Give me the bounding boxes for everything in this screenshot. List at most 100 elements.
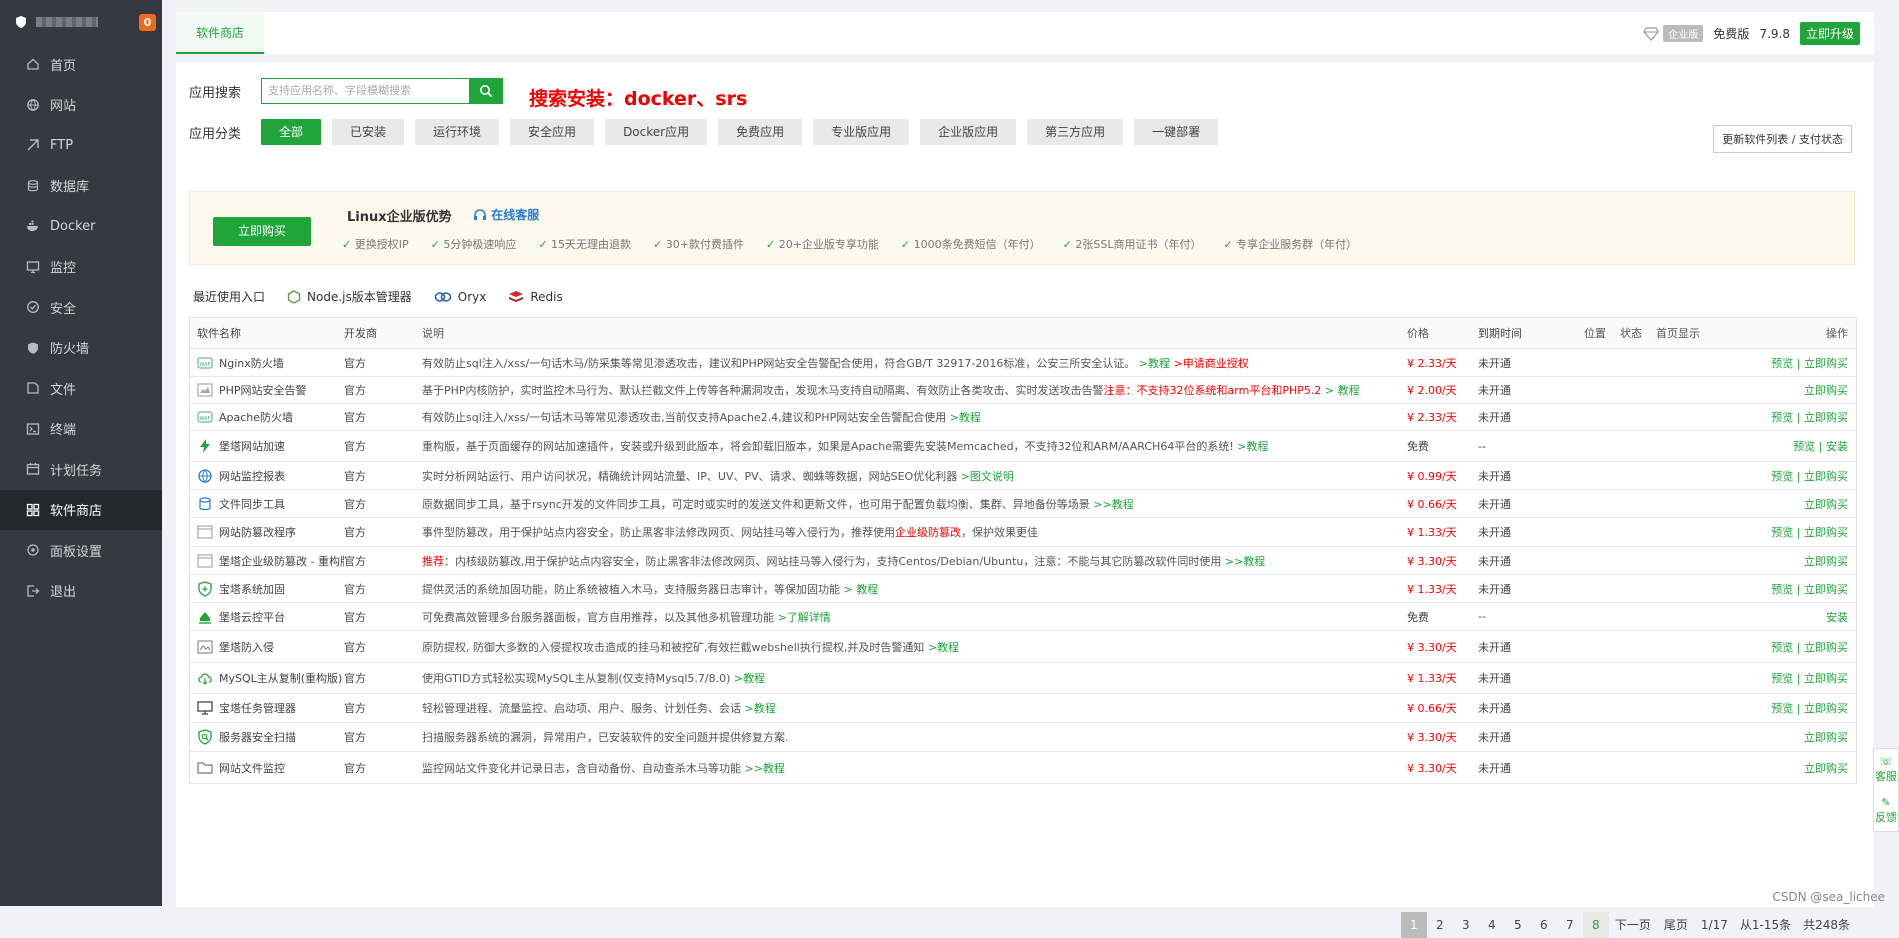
row-actions[interactable]: 预览 | 安装 [1716, 438, 1856, 454]
developer: 官方 [344, 526, 366, 539]
tutorial-link[interactable]: > 教程 [844, 583, 879, 596]
buy-now-button[interactable]: 立即购买 [213, 217, 311, 246]
row-actions[interactable]: 立即购买 [1716, 496, 1856, 512]
recent-entries: 最近使用入口 Node.js版本管理器 Oryx Redis [193, 288, 563, 305]
col-price: 价格 [1407, 327, 1429, 340]
expiry: 未开通 [1478, 469, 1511, 483]
tab-software-store[interactable]: 软件商店 [176, 12, 265, 54]
sidebar-item-7[interactable]: 防火墙 [0, 328, 162, 369]
row-actions[interactable]: 安装 [1716, 609, 1856, 625]
sidebar-item-1[interactable]: 网站 [0, 85, 162, 126]
category-button-8[interactable]: 第三方应用 [1027, 119, 1124, 145]
sidebar-item-label: 网站 [50, 99, 77, 115]
tutorial-link[interactable]: > 教程 [1325, 384, 1360, 397]
category-button-1[interactable]: 已安装 [332, 119, 405, 145]
software-name: Apache防火墙 [219, 411, 294, 424]
category-button-6[interactable]: 专业版应用 [813, 119, 910, 145]
category-button-4[interactable]: Docker应用 [605, 119, 708, 145]
calendar-icon [26, 462, 40, 476]
sidebar-item-12[interactable]: 面板设置 [0, 530, 162, 571]
tutorial-link[interactable]: >教程 [928, 641, 959, 654]
tutorial-link[interactable]: >教程 [1139, 357, 1170, 370]
row-actions[interactable]: 预览 | 立即购买 [1716, 639, 1856, 655]
sidebar-item-2[interactable]: FTP [0, 125, 162, 166]
page-button-6[interactable]: 6 [1531, 912, 1557, 938]
enterprise-tag[interactable]: 企业版 [1643, 25, 1704, 42]
shield-plus-icon [197, 580, 213, 597]
description-text: 提供灵活的系统加固功能，防止系统被植入木马，支持服务器日志审计，等保加固功能 [422, 582, 840, 596]
category-button-7[interactable]: 企业版应用 [920, 119, 1017, 145]
tutorial-link[interactable]: >了解详情 [778, 611, 831, 624]
svg-text:WAF: WAF [200, 416, 211, 422]
license-link[interactable]: >申请商业授权 [1174, 357, 1249, 370]
developer: 官方 [344, 497, 366, 511]
promo-feature: 1000条免费短信（年付） [901, 236, 1041, 252]
category-button-9[interactable]: 一键部署 [1134, 119, 1219, 145]
float-feedback-button[interactable]: ✎ 反馈 [1874, 790, 1898, 831]
upgrade-button[interactable]: 立即升级 [1799, 22, 1860, 45]
cloud-sync-icon [197, 670, 213, 686]
tutorial-link[interactable]: >教程 [1237, 440, 1268, 453]
page-button-8[interactable]: 8 [1582, 912, 1609, 938]
warning-text: 注意：不支持32位系统和arm平台和PHP5.2 [1103, 384, 1322, 397]
sidebar-item-13[interactable]: 退出 [0, 571, 162, 612]
float-service-button[interactable]: ☏ 客服 [1874, 749, 1898, 790]
message-badge[interactable]: 0 [139, 14, 156, 31]
row-actions[interactable]: 立即购买 [1716, 553, 1856, 569]
tutorial-link[interactable]: >图文说明 [961, 470, 1014, 483]
tutorial-link[interactable]: >教程 [745, 702, 776, 715]
row-actions[interactable]: 预览 | 立即购买 [1716, 581, 1856, 597]
page-button-7[interactable]: 7 [1557, 912, 1583, 938]
sidebar-item-6[interactable]: 安全 [0, 287, 162, 328]
sidebar-item-9[interactable]: 终端 [0, 409, 162, 450]
row-actions[interactable]: 预览 | 立即购买 [1716, 468, 1856, 484]
last-page-button[interactable]: 尾页 [1657, 912, 1695, 938]
row-actions[interactable]: 预览 | 立即购买 [1716, 670, 1856, 686]
row-actions[interactable]: 预览 | 立即购买 [1716, 355, 1856, 371]
page-button-3[interactable]: 3 [1453, 912, 1479, 938]
search-input[interactable]: 支持应用名称、字段模糊搜索 [261, 78, 469, 104]
price: ¥ 0.99/天 [1407, 469, 1457, 483]
category-button-3[interactable]: 安全应用 [510, 119, 595, 145]
description: 基于PHP内核防护，实时监控木马行为、默认拦截文件上传等各种漏洞攻击，发现木马支… [422, 382, 1407, 398]
online-service-link[interactable]: 在线客服 [473, 206, 539, 223]
category-button-2[interactable]: 运行环境 [415, 119, 500, 145]
sidebar-item-0[interactable]: 首页 [0, 44, 162, 85]
page-button-4[interactable]: 4 [1479, 912, 1505, 938]
page-button-5[interactable]: 5 [1505, 912, 1531, 938]
firewall-icon [26, 341, 40, 355]
recent-item-oryx[interactable]: Oryx [434, 290, 486, 304]
col-actions: 操作 [1826, 327, 1848, 340]
sidebar-item-10[interactable]: 计划任务 [0, 449, 162, 490]
sidebar-item-4[interactable]: Docker [0, 206, 162, 247]
recent-item-redis[interactable]: Redis [508, 290, 563, 304]
next-page-button[interactable]: 下一页 [1609, 912, 1657, 938]
row-actions[interactable]: 立即购买 [1716, 760, 1856, 776]
tutorial-link[interactable]: >教程 [950, 411, 981, 424]
redis-icon [509, 290, 524, 302]
sidebar-item-8[interactable]: 文件 [0, 368, 162, 409]
sidebar-item-3[interactable]: 数据库 [0, 166, 162, 207]
sidebar-item-11[interactable]: 软件商店 [0, 489, 162, 530]
category-button-0[interactable]: 全部 [261, 119, 322, 145]
page-button-2[interactable]: 2 [1427, 912, 1453, 938]
row-actions[interactable]: 预览 | 立即购买 [1716, 409, 1856, 425]
developer: 官方 [344, 554, 366, 568]
row-actions[interactable]: 预览 | 立即购买 [1716, 524, 1856, 540]
row-actions[interactable]: 立即购买 [1716, 382, 1856, 398]
row-actions[interactable]: 立即购买 [1716, 729, 1856, 745]
tutorial-link[interactable]: >>教程 [1225, 555, 1265, 568]
sidebar-item-label: 文件 [50, 382, 77, 398]
refresh-list-button[interactable]: 更新软件列表 / 支付状态 [1713, 125, 1852, 153]
page-button-1[interactable]: 1 [1400, 912, 1427, 938]
tutorial-link[interactable]: >>教程 [1093, 498, 1133, 511]
row-actions[interactable]: 预览 | 立即购买 [1716, 700, 1856, 716]
tutorial-link[interactable]: >>教程 [745, 762, 785, 775]
promo-feature: 15天无理由退款 [538, 236, 631, 252]
search-button[interactable] [469, 78, 503, 104]
tutorial-link[interactable]: >教程 [734, 672, 765, 685]
recent-item-nodejs[interactable]: Node.js版本管理器 [287, 288, 412, 305]
sidebar-item-5[interactable]: 监控 [0, 247, 162, 288]
price: ¥ 2.33/天 [1407, 356, 1457, 370]
category-button-5[interactable]: 免费应用 [718, 119, 803, 145]
